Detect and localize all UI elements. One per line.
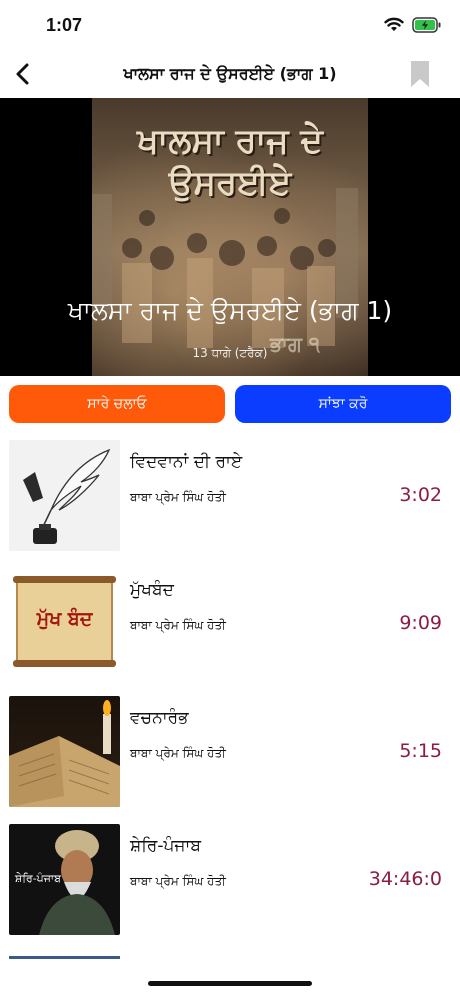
next-track-thumbnail-edge: [9, 956, 120, 959]
track-duration: 3:02: [399, 484, 442, 506]
status-icons: [384, 17, 442, 33]
home-indicator[interactable]: [148, 981, 312, 986]
cover-title-line1: ਖਾਲਸਾ ਰਾਜ ਦੇ: [137, 121, 323, 161]
cover-title-text: ਖਾਲਸਾ ਰਾਜ ਦੇ ਉਸਰਈਏ: [92, 120, 368, 204]
track-duration: 9:09: [399, 612, 442, 634]
track-title: ਮੁੱਖਬੰਦ: [130, 580, 174, 600]
page-title: ਖਾਲਸਾ ਰਾਜ ਦੇ ਉਸਰਈਏ (ਭਾਗ 1): [123, 64, 337, 83]
track-row[interactable]: ਵਿਦਵਾਨਾਂ ਦੀ ਰਾਏ ਬਾਬਾ ਪ੍ਰੇਮ ਸਿੰਘ ਹੋਤੀ 3:0…: [0, 440, 460, 568]
track-title: ਵਿਦਵਾਨਾਂ ਦੀ ਰਾਏ: [130, 452, 243, 472]
track-artist: ਬਾਬਾ ਪ੍ਰੇਮ ਸਿੰਘ ਹੋਤੀ: [130, 746, 226, 760]
back-chevron-icon[interactable]: [10, 60, 38, 88]
track-thumbnail-portrait: ਸ਼ੇਰਿ-ਪੰਜਾਬ: [9, 824, 120, 935]
battery-icon: [412, 17, 441, 33]
track-list: ਵਿਦਵਾਨਾਂ ਦੀ ਰਾਏ ਬਾਬਾ ਪ੍ਰੇਮ ਸਿੰਘ ਹੋਤੀ 3:0…: [0, 440, 460, 959]
scroll-text: ਮੁੱਖ ਬੰਦ: [36, 608, 93, 630]
track-duration: 34:46:0: [368, 868, 442, 890]
wifi-icon: [384, 17, 404, 31]
navigation-bar: ਖਾਲਸਾ ਰਾਜ ਦੇ ਉਸਰਈਏ (ਭਾਗ 1): [0, 50, 460, 98]
portrait-caption: ਸ਼ੇਰਿ-ਪੰਜਾਬ: [15, 872, 61, 885]
track-row[interactable]: ਵਚਨਾਰੰਭ ਬਾਬਾ ਪ੍ਰੇਮ ਸਿੰਘ ਹੋਤੀ 5:15: [0, 696, 460, 824]
track-title: ਸ਼ੇਰਿ-ਪੰਜਾਬ: [130, 836, 202, 856]
track-count: 13 ਧਾਗੇ (ਟਰੈਕ): [192, 346, 268, 360]
album-cover-art: ਖਾਲਸਾ ਰਾਜ ਦੇ ਉਸਰਈਏ: [92, 98, 368, 376]
track-artist: ਬਾਬਾ ਪ੍ਰੇਮ ਸਿੰਘ ਹੋਤੀ: [130, 618, 226, 632]
book-candle-icon: [9, 700, 120, 807]
track-thumbnail-feather-pen: [9, 440, 120, 551]
album-title: ਖਾਲਸਾ ਰਾਜ ਦੇ ਉਸਰਈਏ (ਭਾਗ 1): [67, 296, 393, 325]
track-row[interactable]: ਸ਼ੇਰਿ-ਪੰਜਾਬ ਸ਼ੇਰਿ-ਪੰਜਾਬ ਬਾਬਾ ਪ੍ਰੇਮ ਸਿੰਘ …: [0, 824, 460, 952]
status-bar: 1:07: [0, 0, 460, 50]
action-buttons: ਸਾਰੇ ਚਲਾਓ ਸਾਂਝਾ ਕਰੋ: [0, 376, 460, 423]
track-artist: ਬਾਬਾ ਪ੍ਰੇਮ ਸਿੰਘ ਹੋਤੀ: [130, 490, 226, 504]
album-hero: ਖਾਲਸਾ ਰਾਜ ਦੇ ਉਸਰਈਏ ਭਾਗ ੧ ਖਾਲਸਾ ਰਾਜ ਦੇ ਉਸ…: [0, 98, 460, 376]
cover-title-line2: ਉਸਰਈਏ: [168, 163, 292, 203]
bookmark-icon[interactable]: [410, 60, 430, 88]
status-time: 1:07: [46, 14, 83, 35]
play-all-button[interactable]: ਸਾਰੇ ਚਲਾਓ: [9, 385, 225, 423]
track-duration: 5:15: [399, 740, 442, 762]
track-row[interactable]: ਮੁੱਖ ਬੰਦ ਮੁੱਖਬੰਦ ਬਾਬਾ ਪ੍ਰੇਮ ਸਿੰਘ ਹੋਤੀ 9:…: [0, 568, 460, 696]
track-artist: ਬਾਬਾ ਪ੍ਰੇਮ ਸਿੰਘ ਹੋਤੀ: [130, 874, 226, 888]
track-thumbnail-book-candle: [9, 696, 120, 807]
track-thumbnail-scroll: ਮੁੱਖ ਬੰਦ: [9, 568, 120, 679]
track-title: ਵਚਨਾਰੰਭ: [130, 708, 189, 728]
share-button[interactable]: ਸਾਂਝਾ ਕਰੋ: [235, 385, 451, 423]
feather-pen-icon: [23, 448, 111, 544]
